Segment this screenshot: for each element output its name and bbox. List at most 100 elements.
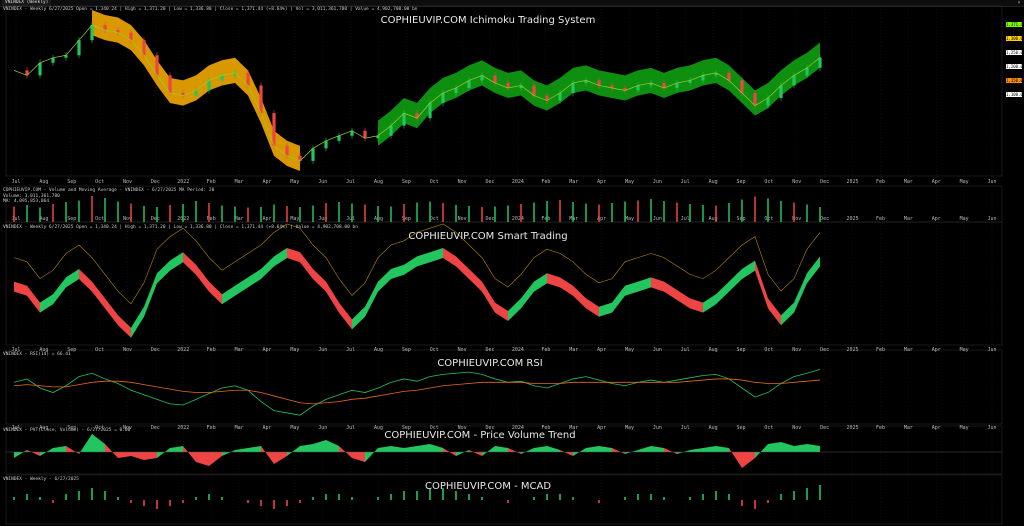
pvt-area-segment: [742, 452, 755, 468]
x-tick-label: 2022: [177, 179, 189, 185]
x-tick-label: Nov: [792, 425, 801, 431]
volume-bar: [806, 204, 808, 222]
x-tick-label: Jun: [987, 216, 996, 222]
price-tag: 1,250.00: [1006, 50, 1024, 55]
x-tick-label: Jun: [653, 216, 662, 222]
price-tag: 1,371.44: [1006, 22, 1024, 27]
x-tick-label: Dec: [486, 216, 495, 222]
candle-body: [467, 80, 471, 88]
volume-bar: [559, 200, 561, 222]
x-tick-label: Dec: [820, 179, 829, 185]
volume-bar: [65, 202, 67, 222]
x-tick-label: 2024: [512, 179, 524, 185]
volume-bar: [793, 202, 795, 222]
volume-bar: [780, 201, 782, 222]
x-tick-label: Jun: [318, 179, 327, 185]
x-tick-label: May: [625, 347, 634, 353]
smart-band-segment: [365, 281, 378, 317]
volume-bar: [247, 207, 249, 222]
x-tick-label: Mar: [235, 425, 244, 431]
smart-band-segment: [482, 281, 495, 313]
pvt-area-segment: [807, 444, 820, 452]
candle-body: [571, 82, 575, 93]
pvt-area-segment: [157, 448, 170, 458]
pvt-area-segment: [118, 452, 131, 458]
candle-body: [129, 32, 133, 41]
candle-body: [77, 40, 81, 56]
macd-histogram-bar: [52, 500, 54, 503]
x-tick-label: Apr: [262, 425, 271, 431]
x-tick-label: Dec: [151, 216, 160, 222]
x-tick-label: May: [290, 216, 299, 222]
macd-histogram-bar: [39, 497, 41, 500]
volume-bar: [325, 203, 327, 222]
candle-body: [259, 85, 263, 114]
volume-bar: [689, 204, 691, 222]
pvt-area-segment: [274, 452, 287, 464]
x-tick-label: Feb: [876, 347, 885, 353]
x-tick-label: Aug: [709, 347, 718, 353]
volume-bar: [338, 202, 340, 222]
x-tick-label: Apr: [932, 179, 941, 185]
pvt-area-segment: [547, 446, 560, 452]
x-tick-label: Aug: [374, 347, 383, 353]
pvt-area-segment: [404, 446, 417, 452]
x-tick-label: May: [625, 425, 634, 431]
smart-band-segment: [131, 306, 144, 338]
pvt-area-segment: [170, 446, 183, 452]
volume-bar: [286, 206, 288, 222]
x-tick-label: Apr: [262, 216, 271, 222]
pvt-area-segment: [235, 448, 248, 452]
x-tick-label: Nov: [123, 347, 132, 353]
x-tick-label: Jul: [681, 425, 690, 431]
chart-canvas: Jul Jul Jul Jul Aug Aug Aug Aug Sep Sep Sep Sep Oct O…: [5, 5, 1003, 525]
macd-histogram-bar: [221, 497, 223, 500]
macd-histogram-bar: [637, 494, 639, 500]
x-tick-label: Dec: [151, 425, 160, 431]
smart-band-segment: [417, 252, 430, 267]
macd-histogram-bar: [377, 497, 379, 500]
macd-histogram-bar: [689, 497, 691, 500]
x-tick-label: 2025: [847, 347, 859, 353]
macd-histogram-bar: [156, 500, 158, 509]
volume-bar: [143, 206, 145, 222]
volume-bar: [130, 203, 132, 222]
smart-band-segment: [27, 285, 40, 313]
pvt-area-segment: [638, 446, 651, 452]
pvt-area-segment: [196, 452, 209, 466]
volume-bar: [234, 206, 236, 222]
macd-histogram-bar: [286, 500, 288, 506]
pvt-area-segment: [209, 452, 222, 466]
x-tick-label: Feb: [207, 347, 216, 353]
x-tick-label: Feb: [541, 216, 550, 222]
macd-histogram-bar: [78, 491, 80, 500]
pvt-area-segment: [456, 450, 469, 456]
candle-body: [324, 140, 328, 149]
smart-band-segment: [443, 248, 456, 267]
volume-bar: [741, 199, 743, 222]
macd-histogram-bar: [572, 497, 574, 500]
smart-band-segment: [313, 269, 326, 292]
volume-bar: [624, 201, 626, 222]
smart-band-segment: [300, 252, 313, 279]
smart-band-segment: [729, 269, 742, 292]
pvt-area-segment: [261, 446, 274, 464]
pvt-title: COPHIEUVIP.COM - Price Volume Trend: [384, 430, 576, 441]
x-tick-label: Apr: [597, 425, 606, 431]
macd-histogram-bar: [455, 491, 457, 500]
smart-band-segment: [469, 269, 482, 292]
macd-histogram-bar: [468, 494, 470, 500]
smart-band-segment: [768, 298, 781, 326]
smart-band-segment: [625, 281, 638, 296]
candle-body: [493, 75, 497, 83]
volume-bar: [416, 202, 418, 222]
smart-band-segment: [807, 256, 820, 284]
candle-body: [532, 85, 536, 96]
pvt-area-segment: [703, 446, 716, 452]
x-tick-label: 2024: [512, 347, 524, 353]
pvt-area-segment: [430, 444, 443, 452]
pvt-area-segment: [14, 450, 27, 458]
x-tick-label: Oct: [764, 179, 773, 185]
pvt-area-segment: [768, 442, 781, 452]
volume-bar: [26, 205, 28, 222]
